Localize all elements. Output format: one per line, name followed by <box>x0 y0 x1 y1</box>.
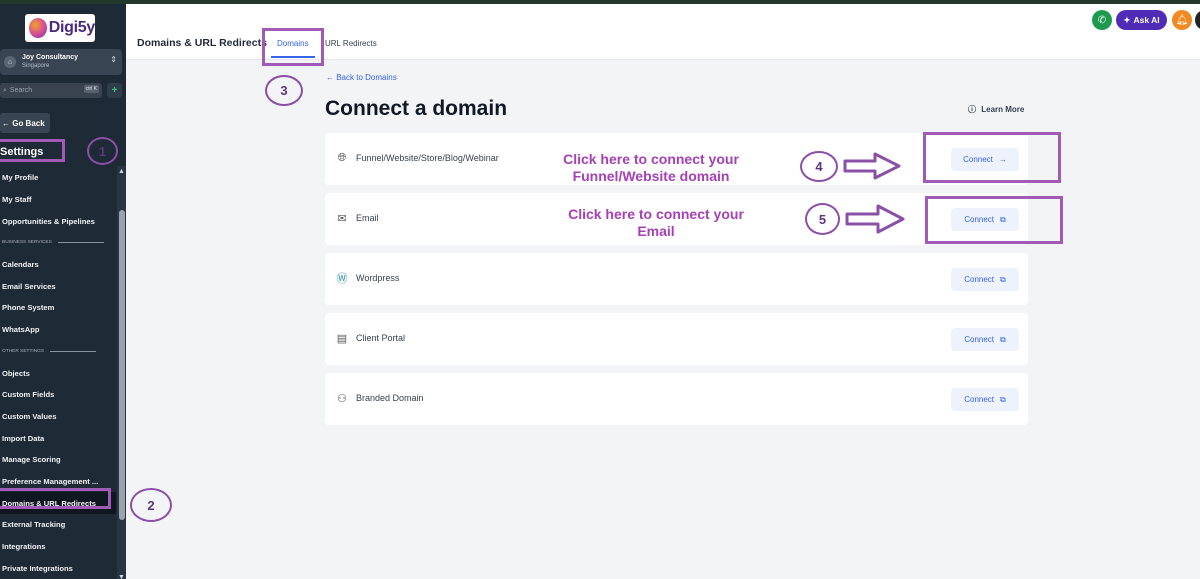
go-back-button[interactable]: ← Go Back <box>0 113 50 133</box>
content-title: Connect a domain <box>325 97 508 120</box>
sidebar-section-other-settings: OTHER SETTINGS <box>0 341 116 363</box>
search-placeholder: Search <box>9 87 33 94</box>
annotation-box-domains-item <box>0 488 111 509</box>
external-link-icon: ⧉ <box>1000 334 1006 344</box>
sidebar-item-integrations[interactable]: Integrations <box>0 536 116 558</box>
scroll-thumb[interactable] <box>119 210 125 520</box>
sidebar-item-my-profile[interactable]: My Profile <box>0 167 116 189</box>
sidebar-scrollbar[interactable]: ▲ ▼ <box>117 166 126 579</box>
domain-card: Ⓦ Wordpress Connect ⧉ <box>325 253 1028 305</box>
sparkle-icon: ✦ <box>1123 14 1131 25</box>
connect-button[interactable]: Connect ⧉ <box>951 268 1019 291</box>
annotation-number-2: 2 <box>130 488 172 522</box>
sidebar-item-private-integrations[interactable]: Private Integrations <box>0 557 116 579</box>
search-shortcut: ctrl K <box>83 85 99 93</box>
annotation-callout-funnel: Click here to connect your Funnel/Websit… <box>563 151 739 184</box>
annotation-box-settings <box>0 139 65 162</box>
branded-domain-icon: ⚇ <box>337 392 347 405</box>
quick-add-button[interactable]: + <box>107 83 122 98</box>
domain-label: Wordpress <box>356 273 400 283</box>
sidebar-item-manage-scoring[interactable]: Manage Scoring <box>0 449 116 471</box>
annotation-callout-email: Click here to connect your Email <box>568 206 744 239</box>
sidebar-item-phone-system[interactable]: Phone System <box>0 297 116 319</box>
scroll-up-icon[interactable]: ▲ <box>118 168 125 175</box>
annotation-arrow-4 <box>843 152 901 180</box>
globe-icon: 🌐︎ <box>337 151 347 164</box>
sidebar-item-opportunities-pipelines[interactable]: Opportunities & Pipelines <box>0 210 116 232</box>
settings-menu: My Profile My Staff Opportunities & Pipeli… <box>0 167 116 579</box>
sidebar-item-my-staff[interactable]: My Staff <box>0 189 116 211</box>
connect-label: Connect <box>964 275 995 284</box>
account-location: Singapore <box>22 63 50 69</box>
connect-label: Connect <box>964 395 995 404</box>
sidebar-section-business-services: BUSINESS SERVICES <box>0 232 116 254</box>
bell-icon: 🔔︎ <box>1175 14 1189 26</box>
annotation-box-domains-tab <box>262 28 324 66</box>
back-to-domains-link[interactable]: ← Back to Domains <box>326 73 397 82</box>
ask-ai-label: Ask AI <box>1133 15 1160 25</box>
phone-icon: ✆ <box>1097 14 1107 26</box>
sidebar-item-whatsapp[interactable]: WhatsApp <box>0 319 116 341</box>
search-input[interactable]: ⌕ Search ctrl K <box>0 83 102 98</box>
chevron-updown-icon: ⇕ <box>110 55 117 64</box>
account-switcher[interactable]: ⌂ Joy Consultancy Singapore ⇕ <box>0 49 122 75</box>
logo-text: Digi5y <box>48 19 96 36</box>
scroll-down-icon[interactable]: ▼ <box>118 574 125 579</box>
avatar[interactable] <box>1195 10 1200 30</box>
tab-url-redirects[interactable]: URL Redirects <box>325 39 377 48</box>
sidebar-item-objects[interactable]: Objects <box>0 362 116 384</box>
domain-label: Email <box>356 213 379 223</box>
notifications-button[interactable]: 🔔︎ <box>1172 10 1192 30</box>
brand-logo[interactable]: Digi5y <box>25 14 95 42</box>
search-icon: ⌕ <box>3 86 7 94</box>
domain-label: Client Portal <box>356 333 406 343</box>
help-circle-icon: ⓘ <box>968 105 976 114</box>
connect-label: Connect <box>964 335 995 344</box>
external-link-icon: ⧉ <box>1000 274 1006 284</box>
sidebar-item-email-services[interactable]: Email Services <box>0 275 116 297</box>
plus-icon: + <box>111 85 118 96</box>
building-icon: ⌂ <box>4 56 16 68</box>
domain-card: ⚇ Branded Domain Connect ⧉ <box>325 373 1028 425</box>
sidebar-item-custom-values[interactable]: Custom Values <box>0 406 116 428</box>
ask-ai-button[interactable]: ✦ Ask AI <box>1116 10 1167 30</box>
sidebar-item-import-data[interactable]: Import Data <box>0 427 116 449</box>
annotation-box-connect-email <box>925 196 1063 244</box>
annotation-box-connect-funnel <box>923 132 1061 183</box>
annotation-number-4: 4 <box>800 151 838 182</box>
domain-card: ▤ Client Portal Connect ⧉ <box>325 313 1028 365</box>
phone-button[interactable]: ✆ <box>1092 10 1112 30</box>
learn-more-label: Learn More <box>981 105 1025 114</box>
wordpress-icon: Ⓦ <box>336 273 348 285</box>
domain-label: Branded Domain <box>356 393 424 403</box>
external-link-icon: ⧉ <box>1000 394 1006 404</box>
connect-button[interactable]: Connect ⧉ <box>951 388 1019 411</box>
annotation-arrow-5 <box>845 204 905 234</box>
sidebar-item-calendars[interactable]: Calendars <box>0 254 116 276</box>
logo-mark-icon <box>29 18 47 38</box>
annotation-number-5: 5 <box>805 203 840 235</box>
page-title: Domains & URL Redirects <box>137 37 267 49</box>
portal-icon: ▤ <box>336 332 348 345</box>
annotation-number-1: 1 <box>87 137 118 165</box>
sidebar-item-custom-fields[interactable]: Custom Fields <box>0 384 116 406</box>
mail-icon: ✉ <box>337 212 347 225</box>
learn-more-link[interactable]: ⓘ Learn More <box>968 104 1024 115</box>
account-name: Joy Consultancy <box>22 54 79 61</box>
sidebar-item-external-tracking[interactable]: External Tracking <box>0 514 116 536</box>
domain-label: Funnel/Website/Store/Blog/Webinar <box>356 153 499 163</box>
annotation-number-3: 3 <box>265 75 303 106</box>
connect-button[interactable]: Connect ⧉ <box>951 328 1019 351</box>
